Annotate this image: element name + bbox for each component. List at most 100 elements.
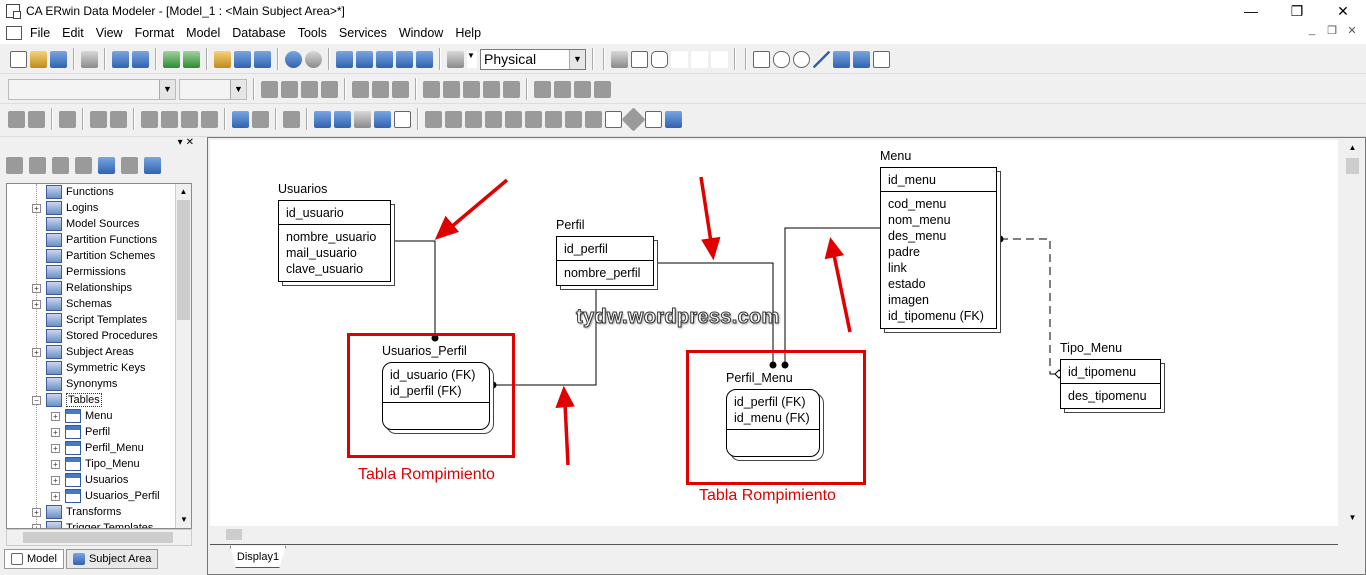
- identifying-relationship-icon[interactable]: [671, 50, 688, 68]
- print-icon[interactable]: [81, 50, 98, 68]
- attribute[interactable]: nombre_perfil: [564, 265, 646, 281]
- attribute[interactable]: clave_usuario: [286, 261, 383, 277]
- forward-icon[interactable]: [29, 156, 46, 174]
- complete-compare-icon[interactable]: [285, 50, 302, 68]
- tree-item[interactable]: + Logins: [32, 200, 98, 216]
- maximize-button[interactable]: ❐: [1274, 0, 1320, 22]
- mart-disabled-icon[interactable]: [252, 110, 269, 128]
- rectangle-tool-icon[interactable]: [753, 50, 770, 68]
- tree-item[interactable]: Stored Procedures: [32, 328, 158, 344]
- underline-icon[interactable]: [301, 80, 318, 98]
- line-color-icon[interactable]: [392, 80, 409, 98]
- zoom-icon[interactable]: [416, 50, 433, 68]
- find-replace-icon[interactable]: [132, 50, 149, 68]
- expand-icon[interactable]: +: [51, 475, 60, 485]
- mdi-minimize-button[interactable]: _: [1304, 24, 1320, 37]
- panel-close-icon[interactable]: ✕: [186, 137, 194, 151]
- pk-attribute[interactable]: id_usuario: [286, 205, 383, 221]
- back-icon[interactable]: [6, 156, 23, 174]
- find-icon[interactable]: [112, 50, 129, 68]
- attribute[interactable]: padre: [888, 244, 989, 260]
- tree-item[interactable]: Synonyms: [32, 376, 117, 392]
- attribute[interactable]: des_menu: [888, 228, 989, 244]
- menu-services[interactable]: Services: [333, 26, 393, 40]
- close-button[interactable]: ✕: [1320, 0, 1366, 22]
- tree-item[interactable]: Script Templates: [32, 312, 147, 328]
- display-level-icon[interactable]: [447, 50, 464, 68]
- ellipse-tool-icon[interactable]: [793, 50, 810, 68]
- model-check-icon[interactable]: [314, 110, 331, 128]
- strikethrough-icon[interactable]: [321, 80, 338, 98]
- attribute[interactable]: nombre_usuario: [286, 229, 383, 245]
- scroll-up-icon[interactable]: ▲: [1344, 140, 1361, 156]
- menu-help[interactable]: Help: [449, 26, 487, 40]
- layout-rows-icon[interactable]: [525, 110, 542, 128]
- layout-tree-icon[interactable]: [445, 110, 462, 128]
- expand-icon[interactable]: +: [51, 411, 60, 421]
- database-icon[interactable]: [234, 50, 251, 68]
- polygon-tool-icon[interactable]: [833, 50, 850, 68]
- align-bottom-icon[interactable]: [503, 80, 520, 98]
- align-right-icon[interactable]: [463, 80, 480, 98]
- pk-attribute[interactable]: id_menu (FK): [734, 410, 812, 426]
- sql-icon[interactable]: [394, 110, 411, 128]
- relationship-usuarios-usuarios-perfil[interactable]: [390, 240, 436, 335]
- menu-tools[interactable]: Tools: [292, 26, 333, 40]
- menu-edit[interactable]: Edit: [56, 26, 90, 40]
- nonidentifying-relationship-icon[interactable]: [691, 50, 708, 68]
- send-back-icon[interactable]: [110, 110, 127, 128]
- tree-item[interactable]: + Trigger Templates: [32, 520, 153, 528]
- attribute[interactable]: cod_menu: [888, 196, 989, 212]
- mart-icon[interactable]: [232, 110, 249, 128]
- ungroup-icon[interactable]: [594, 80, 611, 98]
- delete-icon[interactable]: [75, 156, 92, 174]
- display-level-dropdown-icon[interactable]: ▼: [467, 50, 477, 68]
- tree-item[interactable]: + Transforms: [32, 504, 121, 520]
- diagram-canvas[interactable]: Tabla Rompimiento Tabla Rompimiento tydw…: [210, 140, 1338, 526]
- align-top-icon[interactable]: [483, 80, 500, 98]
- tree-item[interactable]: + Usuarios: [51, 472, 128, 488]
- many-to-many-icon[interactable]: [711, 50, 728, 68]
- expand-icon[interactable]: +: [51, 491, 60, 501]
- scroll-up-icon[interactable]: ▲: [176, 184, 191, 200]
- naming-standards-icon[interactable]: [374, 110, 391, 128]
- layout-hierarchy-icon[interactable]: [425, 110, 442, 128]
- layout-symmetric-icon[interactable]: [605, 110, 622, 128]
- menu-view[interactable]: View: [90, 26, 129, 40]
- reverse-engineer-icon[interactable]: [183, 50, 200, 68]
- copy-icon[interactable]: [201, 110, 218, 128]
- tree-item[interactable]: Partition Functions: [32, 232, 157, 248]
- expand-icon[interactable]: +: [32, 507, 41, 517]
- attribute[interactable]: imagen: [888, 292, 989, 308]
- expand-icon[interactable]: +: [51, 459, 60, 469]
- expand-icon[interactable]: +: [32, 203, 41, 213]
- zoom-in-icon[interactable]: [356, 50, 373, 68]
- bold-icon[interactable]: [261, 80, 278, 98]
- attribute[interactable]: mail_usuario: [286, 245, 383, 261]
- attribute[interactable]: id_tipomenu (FK): [888, 308, 989, 324]
- pk-attribute[interactable]: id_perfil (FK): [390, 383, 482, 399]
- fill-color-icon[interactable]: [372, 80, 389, 98]
- tag-icon[interactable]: [144, 156, 161, 174]
- next-icon[interactable]: [121, 156, 138, 174]
- canvas-vertical-scrollbar[interactable]: ▲ ▼: [1344, 140, 1361, 526]
- expand-icon[interactable]: +: [32, 283, 41, 293]
- text-tool-icon[interactable]: [873, 50, 890, 68]
- minimize-button[interactable]: —: [1228, 0, 1274, 22]
- stop-icon[interactable]: [305, 50, 322, 68]
- menu-file[interactable]: File: [24, 26, 56, 40]
- menu-database[interactable]: Database: [226, 26, 292, 40]
- expand-icon[interactable]: +: [32, 299, 41, 309]
- settings-icon[interactable]: [283, 110, 300, 128]
- tree-item[interactable]: + Schemas: [32, 296, 112, 312]
- tree-item[interactable]: + Tipo_Menu: [51, 456, 140, 472]
- distribute-h-icon[interactable]: [534, 80, 551, 98]
- layout-grid-icon[interactable]: [585, 110, 602, 128]
- headphones-icon[interactable]: [354, 110, 371, 128]
- report-icon[interactable]: [254, 50, 271, 68]
- lock-icon[interactable]: [59, 110, 76, 128]
- canvas-horizontal-scrollbar[interactable]: [210, 526, 1338, 543]
- tree-item[interactable]: + Relationships: [32, 280, 132, 296]
- transaction-icon[interactable]: [8, 110, 25, 128]
- tree-vertical-scrollbar[interactable]: ▲ ▼: [175, 184, 191, 528]
